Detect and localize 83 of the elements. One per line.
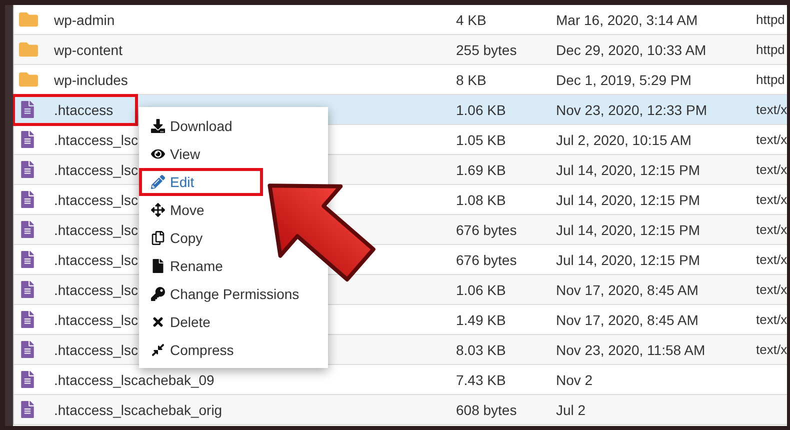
file-size: 255 bytes: [456, 42, 517, 58]
modified-date: Jul 14, 2020, 12:15 PM: [556, 162, 700, 178]
file-name: wp-admin: [54, 12, 115, 28]
mime-type: text/x: [756, 252, 787, 267]
eye-icon: [151, 147, 165, 161]
file-size: 7.43 KB: [456, 372, 506, 388]
file-name: .htaccess_lsc: [54, 312, 138, 328]
file-size: 1.05 KB: [456, 132, 506, 148]
pencil-icon: [151, 175, 165, 189]
move-icon: [151, 203, 165, 217]
file-name: wp-content: [54, 42, 122, 58]
key-icon: [151, 287, 165, 301]
modified-date: Jul 14, 2020, 12:15 PM: [556, 222, 700, 238]
file-size: 676 bytes: [456, 222, 517, 238]
modified-date: Jul 2: [556, 402, 586, 418]
folder-icon: [19, 70, 38, 89]
file-icon: [19, 401, 36, 418]
file-name: .htaccess_lsc: [54, 192, 138, 208]
mime-type: text/x: [756, 102, 787, 117]
mime-type: httpd: [756, 12, 785, 27]
modified-date: Nov 23, 2020, 11:58 AM: [556, 342, 706, 358]
file-name: .htaccess_lsc: [54, 222, 138, 238]
modified-date: Jul 14, 2020, 12:15 PM: [556, 252, 700, 268]
file-size: 8 KB: [456, 72, 486, 88]
modified-date: Nov 17, 2020, 8:45 AM: [556, 282, 698, 298]
file-name: .htaccess_lscachebak_orig: [54, 402, 222, 418]
modified-date: Jul 2, 2020, 10:15 AM: [556, 132, 692, 148]
modified-date: Dec 29, 2020, 10:33 AM: [556, 42, 706, 58]
file-size: 1.06 KB: [456, 102, 506, 118]
file-name: .htaccess_lsc: [54, 132, 138, 148]
file-size: 1.49 KB: [456, 312, 506, 328]
compress-icon: [151, 343, 165, 357]
menu-item[interactable]: Delete: [139, 308, 218, 336]
mime-type: text/x: [756, 312, 787, 327]
menu-item[interactable]: Edit: [139, 168, 263, 196]
modified-date: Mar 16, 2020, 3:14 AM: [556, 12, 698, 28]
file-icon: [19, 281, 36, 298]
file-size: 1.08 KB: [456, 192, 506, 208]
file-name: .htaccess_lsc: [54, 342, 138, 358]
file-icon: [151, 259, 165, 273]
file-icon: [19, 311, 36, 328]
file-icon: [19, 341, 36, 358]
modified-date: Nov 2: [556, 372, 593, 388]
file-icon: [19, 251, 36, 268]
file-icon: [19, 371, 36, 388]
file-name: .htaccess_lscachebak_09: [54, 372, 214, 388]
folder-icon: [19, 40, 38, 59]
file-icon: [19, 101, 36, 118]
mime-type: httpd: [756, 42, 785, 57]
file-size: 8.03 KB: [456, 342, 506, 358]
folder-icon: [19, 10, 38, 29]
file-icon: [19, 131, 36, 148]
file-size: 1.69 KB: [456, 162, 506, 178]
mime-type: text/x: [756, 132, 787, 147]
file-icon: [19, 221, 36, 238]
mime-type: text/x: [756, 162, 787, 177]
menu-item[interactable]: Change Permissions: [139, 280, 308, 308]
file-name: .htaccess_lsc: [54, 282, 138, 298]
file-size: 676 bytes: [456, 252, 517, 268]
copy-icon: [151, 231, 165, 245]
file-size: 1.06 KB: [456, 282, 506, 298]
file-name: .htaccess_lsc: [54, 162, 138, 178]
modified-date: Dec 1, 2019, 5:29 PM: [556, 72, 692, 88]
file-icon: [19, 191, 36, 208]
download-icon: [151, 119, 165, 133]
modified-date: Jul 14, 2020, 12:15 PM: [556, 192, 700, 208]
file-icon: [19, 161, 36, 178]
menu-item[interactable]: Compress: [139, 336, 242, 364]
file-name: .htaccess_lsc: [54, 252, 138, 268]
file-name: .htaccess: [54, 102, 114, 118]
mime-type: text/x: [756, 222, 787, 237]
file-row[interactable]: wp-content 255 bytes Dec 29, 2020, 10:33 AM httpd: [14, 35, 787, 65]
modified-date: Nov 23, 2020, 12:33 PM: [556, 102, 707, 118]
mime-type: text/x: [756, 192, 787, 207]
mime-type: text/x: [756, 282, 787, 297]
close-icon: [151, 315, 165, 329]
mime-type: text/x: [756, 342, 787, 357]
mime-type: httpd: [756, 72, 785, 87]
file-row[interactable]: .htaccess_lscachebak_orig 608 bytes Jul 2: [14, 395, 787, 425]
modified-date: Nov 17, 2020, 8:45 AM: [556, 312, 698, 328]
file-size: 608 bytes: [456, 402, 517, 418]
file-name: wp-includes: [54, 72, 128, 88]
file-size: 4 KB: [456, 12, 486, 28]
